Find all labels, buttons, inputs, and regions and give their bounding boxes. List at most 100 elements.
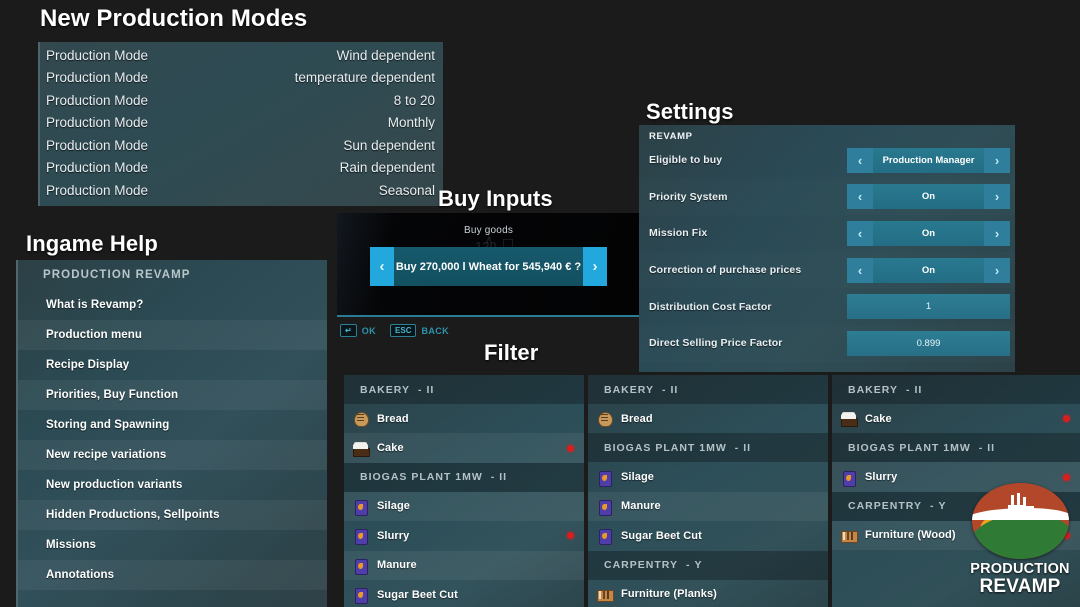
buy-goods-selector-value[interactable]: Buy 270,000 l Wheat for 545,940 € ? — [394, 247, 583, 286]
filter-item-label: Furniture (Planks) — [621, 588, 717, 600]
ingame-help-panel: PRODUCTION REVAMP What is Revamp? Produc… — [16, 260, 327, 607]
filter-group-name: CARPENTRY — [848, 500, 922, 512]
buy-goods-selector[interactable]: ‹ Buy 270,000 l Wheat for 545,940 € ? › — [370, 247, 607, 286]
enter-key-icon: ↵ — [340, 324, 357, 337]
chevron-left-icon[interactable]: ‹ — [847, 258, 873, 283]
liquid-jar-icon — [352, 586, 369, 603]
filter-group-header: BIOGAS PLANT 1MW - II — [588, 433, 828, 462]
setting-selector[interactable]: ‹ On › — [847, 184, 1010, 209]
furniture-icon — [840, 527, 857, 544]
chevron-right-icon[interactable]: › — [984, 258, 1010, 283]
chevron-left-icon[interactable]: ‹ — [847, 148, 873, 173]
liquid-jar-icon — [352, 557, 369, 574]
chevron-right-icon[interactable]: › — [583, 247, 607, 286]
filter-group-name: BAKERY — [848, 384, 898, 396]
setting-label: Correction of purchase prices — [649, 264, 801, 276]
help-item-new-recipe-variations[interactable]: New recipe variations — [18, 440, 327, 470]
filter-group-separator: - — [898, 384, 915, 396]
filter-list-item[interactable]: Sugar Beet Cut — [344, 580, 584, 607]
filter-item-label: Slurry — [377, 530, 409, 542]
production-mode-label: Production Mode — [44, 48, 148, 63]
chevron-right-icon[interactable]: › — [984, 221, 1010, 246]
setting-value[interactable]: Production Manager — [873, 148, 984, 173]
chevron-left-icon[interactable]: ‹ — [847, 184, 873, 209]
filter-item-label: Cake — [377, 442, 404, 454]
production-modes-heading: New Production Modes — [40, 5, 307, 33]
production-modes-panel: Production Mode Wind dependent Productio… — [38, 42, 443, 206]
chevron-left-icon[interactable]: ‹ — [847, 221, 873, 246]
settings-panel: REVAMP Eligible to buy ‹ Production Mana… — [639, 125, 1015, 372]
filter-list-item[interactable]: Furniture (Planks) — [588, 580, 828, 607]
help-item-storing-and-spawning[interactable]: Storing and Spawning — [18, 410, 327, 440]
liquid-jar-icon — [596, 527, 613, 544]
filter-group-header: CARPENTRY - Y — [588, 551, 828, 580]
setting-value[interactable]: 0.899 — [847, 331, 1010, 356]
setting-value[interactable]: 1 — [847, 294, 1010, 319]
help-item-production-menu[interactable]: Production menu — [18, 320, 327, 350]
filter-list-item[interactable]: Cake — [832, 404, 1080, 433]
filter-list-item[interactable]: Silage — [344, 492, 584, 521]
filter-list-item[interactable]: Bread — [344, 404, 584, 433]
setting-selector[interactable]: ‹ On › — [847, 221, 1010, 246]
filter-list-item[interactable]: Cake — [344, 433, 584, 462]
filter-list-item[interactable]: Slurry — [344, 521, 584, 550]
setting-selector[interactable]: ‹ Production Manager › — [847, 148, 1010, 173]
help-item-what-is-revamp[interactable]: What is Revamp? — [18, 290, 327, 320]
chevron-right-icon[interactable]: › — [984, 184, 1010, 209]
help-item-missions[interactable]: Missions — [18, 530, 327, 560]
filter-list-item[interactable]: Manure — [588, 492, 828, 521]
filter-group-header: BAKERY - II — [588, 375, 828, 404]
filter-item-label: Sugar Beet Cut — [377, 589, 458, 601]
filter-group-name: BAKERY — [604, 384, 654, 396]
filter-group-header: BIOGAS PLANT 1MW - II — [344, 463, 584, 492]
production-mode-row: Production Mode Sun dependent — [44, 134, 435, 157]
filter-item-label: Silage — [377, 500, 410, 512]
chevron-left-icon[interactable]: ‹ — [370, 247, 394, 286]
logo-line-1: PRODUCTION — [965, 561, 1075, 577]
help-category-label: PRODUCTION REVAMP — [18, 260, 327, 290]
setting-value[interactable]: On — [873, 258, 984, 283]
help-item-priorities-buy-function[interactable]: Priorities, Buy Function — [18, 380, 327, 410]
production-mode-row: Production Mode Monthly — [44, 112, 435, 135]
setting-selector[interactable]: ‹ On › — [847, 258, 1010, 283]
filter-group-separator: - — [654, 384, 671, 396]
filter-group-separator: - — [727, 442, 744, 454]
production-mode-value: 8 to 20 — [394, 93, 435, 108]
filter-list-item[interactable]: Bread — [588, 404, 828, 433]
production-mode-label: Production Mode — [44, 115, 148, 130]
production-mode-value: Sun dependent — [343, 138, 435, 153]
filter-item-label: Furniture (Wood) — [865, 529, 956, 541]
filter-group-separator: - — [678, 559, 695, 571]
filter-group-level: II — [670, 384, 678, 396]
filter-list-item[interactable]: Silage — [588, 462, 828, 491]
production-mode-value: temperature dependent — [295, 70, 435, 85]
filter-group-separator: - — [483, 471, 500, 483]
ingame-help-heading: Ingame Help — [26, 231, 158, 257]
setting-value[interactable]: On — [873, 221, 984, 246]
help-item-annotations[interactable]: Annotations — [18, 560, 327, 590]
bread-icon — [596, 410, 613, 427]
help-item-hidden-productions-sellpoints[interactable]: Hidden Productions, Sellpoints — [18, 500, 327, 530]
filter-group-level: Y — [938, 500, 946, 512]
ok-button[interactable]: ↵ OK — [340, 324, 376, 337]
production-mode-label: Production Mode — [44, 160, 148, 175]
production-mode-label: Production Mode — [44, 93, 148, 108]
setting-value[interactable]: On — [873, 184, 984, 209]
setting-row-distribution-cost-factor: Distribution Cost Factor 1 — [639, 288, 1015, 325]
setting-text-field[interactable]: 0.899 — [847, 331, 1010, 356]
production-mode-row: Production Mode 8 to 20 — [44, 89, 435, 112]
filter-list-item[interactable]: Sugar Beet Cut — [588, 521, 828, 550]
liquid-jar-icon — [596, 498, 613, 515]
production-mode-row: Production Mode Wind dependent — [44, 44, 435, 67]
filter-item-label: Silage — [621, 471, 654, 483]
status-badge — [567, 532, 574, 539]
back-button[interactable]: ESC BACK — [390, 324, 449, 337]
filter-list-item[interactable]: Manure — [344, 551, 584, 580]
setting-text-field[interactable]: 1 — [847, 294, 1010, 319]
setting-label: Distribution Cost Factor — [649, 301, 772, 313]
filter-item-label: Bread — [621, 413, 653, 425]
help-item-recipe-display[interactable]: Recipe Display — [18, 350, 327, 380]
logo-line-2: REVAMP — [965, 576, 1075, 598]
chevron-right-icon[interactable]: › — [984, 148, 1010, 173]
help-item-new-production-variants[interactable]: New production variants — [18, 470, 327, 500]
